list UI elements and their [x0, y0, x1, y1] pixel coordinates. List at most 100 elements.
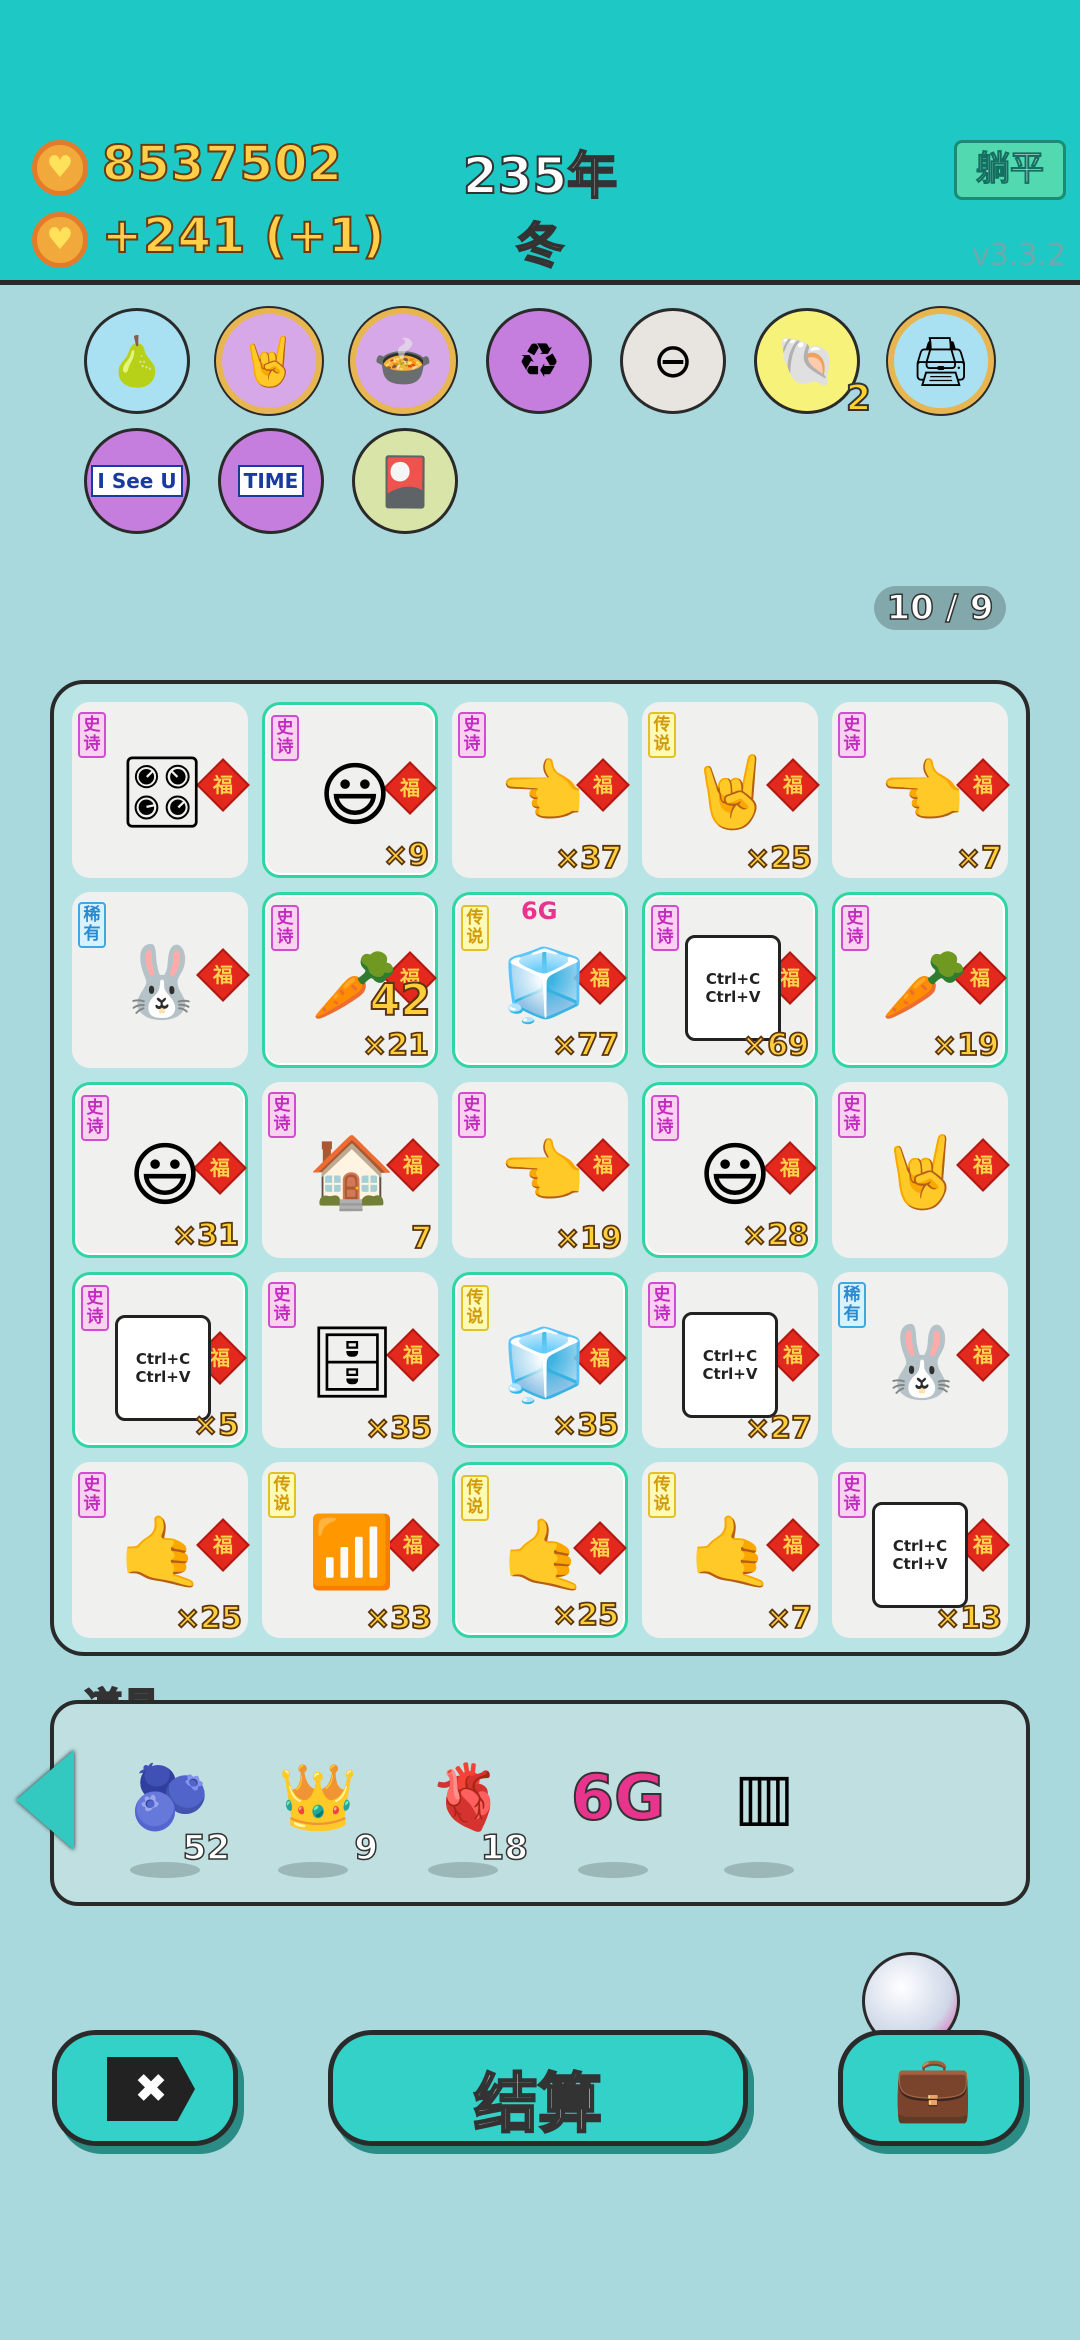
face-icon: 😃 — [128, 1134, 202, 1216]
settle-button[interactable]: 结算 — [328, 2030, 748, 2146]
wifi-icon: 📶 — [308, 1510, 396, 1593]
tile-fridge-6g[interactable]: 传说福 🧊 6G ×77 — [452, 892, 628, 1068]
tile-count: ×31 — [171, 1217, 240, 1254]
face-icon: 😃 — [698, 1134, 772, 1216]
tile-count: ×19 — [554, 1220, 623, 1257]
face-icon: 😃 — [318, 754, 392, 836]
carrot-icon: 🥕 — [881, 943, 969, 1026]
rock-hand-icon[interactable]: 🤘 — [216, 308, 322, 414]
tile-count: ×7 — [765, 1600, 813, 1637]
pointing-hand-grey-icon: 👈 — [498, 1130, 586, 1213]
pointing-hand-grey-icon: 👈 — [878, 750, 966, 833]
tile-count: ×25 — [551, 1597, 620, 1634]
tile-ctrl-c-v[interactable]: 史诗福 Ctrl+C Ctrl+V ×27 — [642, 1272, 820, 1448]
left-arrow-icon[interactable] — [16, 1750, 74, 1850]
tile-pointing-hand-grey[interactable]: 史诗福 👈 ×19 — [452, 1082, 630, 1258]
tile-rabbit[interactable]: 稀有福 🐰 — [832, 1272, 1010, 1448]
tile-rabbit-house[interactable]: 史诗福 🏠 7 — [262, 1082, 440, 1258]
tile-rock-hand-grey[interactable]: 史诗福 🤘 — [832, 1082, 1010, 1258]
tile-carrot-coin[interactable]: 史诗福 🥕 42 ×21 — [262, 892, 438, 1068]
bag-button[interactable]: 💼 — [838, 2030, 1024, 2146]
tile-pointing-hand-grey[interactable]: 史诗福 👈 ×7 — [832, 702, 1010, 878]
tile-count: ×21 — [361, 1027, 430, 1064]
tile-rabbit-bubble[interactable]: 稀有福 🐰 — [72, 892, 250, 1068]
season-label: 冬 — [515, 217, 565, 275]
tile-graphics-card[interactable]: 史诗福 🎛 — [72, 702, 250, 878]
recycle-icon[interactable]: ♻ — [486, 308, 592, 414]
tile-fridge[interactable]: 传说福 🧊 ×35 — [452, 1272, 628, 1448]
rarity-badge: 稀有 — [838, 1282, 866, 1328]
rarity-badge: 史诗 — [651, 905, 679, 951]
prop-shadow — [724, 1862, 794, 1878]
tile-count: ×69 — [741, 1027, 810, 1064]
tile-hand-yellow[interactable]: 传说福 🤙 ×25 — [452, 1462, 628, 1638]
tile-wifi[interactable]: 传说福 📶 ×33 — [262, 1462, 440, 1638]
rare-cards-icon: ▥ — [733, 1760, 795, 1834]
tile-face[interactable]: 史诗福 😃 ×31 — [72, 1082, 248, 1258]
prop-shadow — [278, 1862, 348, 1878]
minus-icon[interactable]: ⊖ — [620, 308, 726, 414]
i-see-u-icon[interactable]: I See U — [84, 428, 190, 534]
tile-ctrl-c-v[interactable]: 史诗福 Ctrl+C Ctrl+V ×69 — [642, 892, 818, 1068]
briefcase-icon: 💼 — [893, 2052, 973, 2126]
rarity-badge: 史诗 — [268, 1282, 296, 1328]
tile-count: ×35 — [364, 1410, 433, 1447]
pointing-hand-grey-icon: 👈 — [498, 750, 586, 833]
rarity-badge: 传说 — [648, 712, 676, 758]
prop-blueberry[interactable]: 🫐 52 — [110, 1752, 231, 1892]
tile-hand-yellow[interactable]: 传说福 🤙 ×7 — [642, 1462, 820, 1638]
ctrl-c-v-icon: Ctrl+C Ctrl+V — [682, 1312, 778, 1418]
rarity-badge: 史诗 — [458, 712, 486, 758]
rarity-badge: 史诗 — [648, 1282, 676, 1328]
rarity-badge: 史诗 — [78, 1472, 106, 1518]
tile-server[interactable]: 史诗福 🗄 ×35 — [262, 1272, 440, 1448]
rarity-badge: 史诗 — [458, 1092, 486, 1138]
tile-count: ×9 — [382, 837, 430, 874]
rarity-badge: 史诗 — [838, 712, 866, 758]
tile-count: ×77 — [551, 1027, 620, 1064]
prop-count: 18 — [480, 1827, 529, 1869]
server-icon: 🗄 — [307, 1320, 397, 1403]
prop-six-g[interactable]: 6G — [558, 1752, 678, 1892]
relic-count: 2 — [845, 377, 872, 420]
rarity-badge: 史诗 — [81, 1285, 109, 1331]
tile-hand-grey[interactable]: 史诗福 🤙 ×25 — [72, 1462, 250, 1638]
close-button[interactable]: ✖ — [52, 2030, 238, 2146]
prop-count: 9 — [354, 1827, 379, 1869]
rarity-badge: 史诗 — [841, 905, 869, 951]
rock-hand-glyph: 🤘 — [239, 333, 299, 390]
tile-ctrl-c-v[interactable]: 史诗福 Ctrl+C Ctrl+V ×5 — [72, 1272, 248, 1448]
rabbit-icon: 🐰 — [878, 1320, 966, 1403]
tile-bonus-value: 42 — [369, 974, 432, 1027]
tile-rock-hand-yellow[interactable]: 传说福 🤘 ×25 — [642, 702, 820, 878]
ctrl-c-v-icon: Ctrl+C Ctrl+V — [115, 1315, 211, 1421]
rarity-badge: 史诗 — [271, 905, 299, 951]
tile-ctrl-c-v[interactable]: 史诗福 Ctrl+C Ctrl+V ×13 — [832, 1462, 1010, 1638]
shell-glyph: 🐚 — [777, 333, 837, 390]
card-pack-icon[interactable]: 🎴 — [352, 428, 458, 534]
tile-pointing-hand-grey[interactable]: 史诗福 👈 ×37 — [452, 702, 630, 878]
rarity-badge: 传说 — [461, 1475, 489, 1521]
tile-face[interactable]: 史诗福 😃 ×9 — [262, 702, 438, 878]
recycle-glyph: ♻ — [517, 333, 561, 389]
printer-icon[interactable]: 🖨 — [888, 308, 994, 414]
rarity-badge: 史诗 — [78, 712, 106, 758]
rock-hand-grey-icon: 🤘 — [878, 1130, 966, 1213]
lie-flat-button[interactable]: 躺平 — [954, 140, 1066, 200]
tile-count: ×13 — [934, 1600, 1003, 1637]
tile-count: ×7 — [955, 840, 1003, 877]
shell-icon[interactable]: 🐚 — [754, 308, 860, 414]
six-g-icon: 6G — [570, 1760, 666, 1835]
pomelo-icon[interactable]: 🍐 — [84, 308, 190, 414]
tile-carrot[interactable]: 史诗福 🥕 ×19 — [832, 892, 1008, 1068]
tile-count: ×35 — [551, 1407, 620, 1444]
prop-rare-cards[interactable]: ▥ — [704, 1752, 824, 1892]
prop-liver[interactable]: 🫀 18 — [408, 1752, 529, 1892]
time-magazine-icon[interactable]: TIME — [218, 428, 324, 534]
tile-face[interactable]: 史诗福 😃 ×28 — [642, 1082, 818, 1258]
rarity-badge: 史诗 — [838, 1092, 866, 1138]
rice-cooker-icon[interactable]: 🍲 — [350, 308, 456, 414]
prop-crown[interactable]: 👑 9 — [258, 1752, 379, 1892]
rarity-badge: 传说 — [648, 1472, 676, 1518]
tile-count: ×5 — [192, 1407, 240, 1444]
